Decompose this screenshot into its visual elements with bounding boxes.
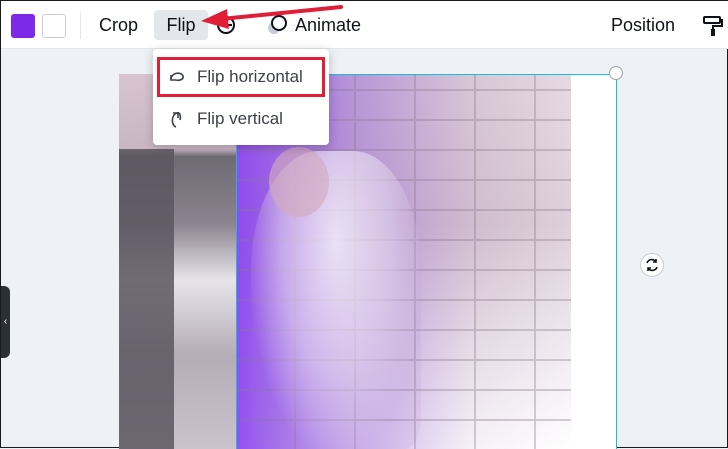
rotate-handle-icon [646, 258, 658, 272]
flip-horizontal-label: Flip horizontal [197, 67, 303, 86]
flip-vertical-option[interactable]: Flip vertical [157, 99, 325, 139]
animate-button[interactable]: Animate [289, 10, 367, 40]
flip-button[interactable]: Flip [154, 10, 208, 40]
color-swatch-white[interactable] [42, 14, 66, 38]
crop-button[interactable]: Crop [93, 10, 144, 40]
paint-roller-icon[interactable] [701, 13, 725, 37]
flip-vertical-label: Flip vertical [197, 109, 283, 128]
flip-dropdown-menu: Flip horizontal Flip vertical [153, 49, 329, 145]
flip-horizontal-icon [170, 72, 184, 82]
rotate-handle[interactable] [640, 253, 664, 277]
flip-horizontal-option[interactable]: Flip horizontal [157, 57, 325, 97]
toolbar-divider [80, 11, 81, 39]
rotate-icon[interactable] [214, 13, 238, 37]
side-panel-toggle[interactable]: ‹ [1, 286, 10, 358]
editor-toolbar: Crop Flip Animate Position [1, 1, 728, 49]
position-button[interactable]: Position [605, 10, 681, 40]
photo-left-shadow [119, 149, 174, 449]
flip-vertical-icon [171, 112, 182, 128]
animate-icon[interactable] [265, 13, 289, 37]
resize-handle[interactable] [609, 66, 623, 80]
color-swatch-purple[interactable] [11, 14, 35, 38]
